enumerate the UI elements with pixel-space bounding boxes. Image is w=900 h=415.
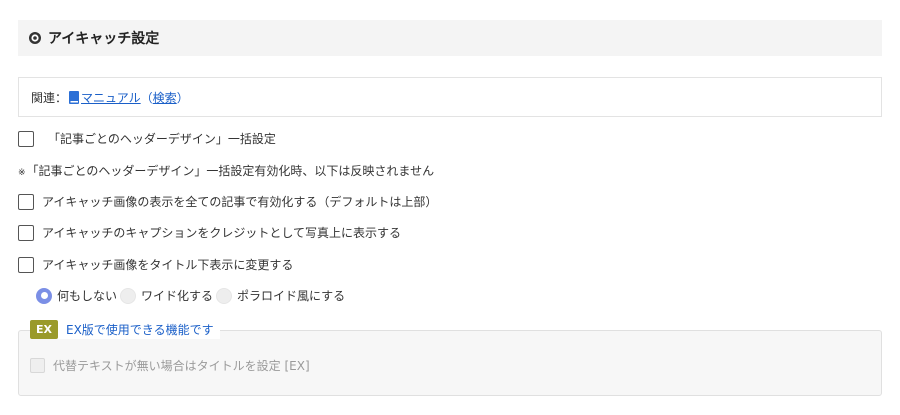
display-style-radio-group: 何もしない ワイド化する ポラロイド風にする	[36, 287, 348, 304]
radio-polaroid-label: ポラロイド風にする	[237, 289, 346, 303]
show-caption-checkbox[interactable]	[18, 224, 34, 241]
note-mark: ※	[18, 168, 26, 178]
below-title-label: アイキャッチ画像をタイトル下表示に変更する	[42, 258, 294, 272]
show-all-articles-checkbox[interactable]	[18, 193, 34, 210]
ex-legend-text: EX版で使用できる機能です	[66, 323, 214, 337]
radio-option-polaroid[interactable]: ポラロイド風にする	[216, 287, 345, 304]
book-icon	[69, 90, 80, 104]
radio-none[interactable]	[36, 287, 52, 304]
alt-text-label: 代替テキストが無い場合はタイトルを設定 [EX]	[53, 359, 310, 373]
show-caption-option[interactable]: アイキャッチのキャプションをクレジットとして写真上に表示する	[18, 224, 401, 241]
eye-icon	[28, 31, 42, 45]
show-all-articles-option[interactable]: アイキャッチ画像の表示を全ての記事で有効化する（デフォルトは上部）	[18, 193, 437, 210]
bulk-header-design-checkbox[interactable]	[18, 130, 34, 147]
related-box: 関連： マニュアル （ 検索 ）	[18, 77, 882, 117]
section-header: アイキャッチ設定	[18, 20, 882, 56]
open-paren: （	[140, 90, 153, 105]
radio-wide[interactable]	[120, 287, 137, 304]
alt-text-option: 代替テキストが無い場合はタイトルを設定 [EX]	[30, 357, 310, 374]
search-link[interactable]: 検索	[153, 89, 177, 106]
below-title-checkbox[interactable]	[18, 256, 34, 273]
section-title: アイキャッチ設定	[48, 31, 160, 47]
below-title-option[interactable]: アイキャッチ画像をタイトル下表示に変更する	[18, 256, 293, 273]
radio-polaroid[interactable]	[216, 287, 233, 304]
ex-badge: EX	[30, 320, 58, 339]
bulk-header-design-option[interactable]: 「記事ごとのヘッダーデザイン」一括設定	[18, 130, 276, 147]
bulk-design-note: ※「記事ごとのヘッダーデザイン」一括設定有効化時、以下は反映されません	[18, 162, 434, 179]
radio-option-none[interactable]: 何もしない	[36, 287, 117, 304]
radio-option-wide[interactable]: ワイド化する	[120, 287, 213, 304]
manual-link[interactable]: マニュアル	[81, 89, 141, 106]
related-prefix: 関連：	[31, 90, 68, 105]
radio-wide-label: ワイド化する	[141, 289, 214, 303]
alt-text-checkbox	[30, 358, 45, 373]
show-caption-label: アイキャッチのキャプションをクレジットとして写真上に表示する	[42, 226, 402, 240]
show-all-articles-label: アイキャッチ画像の表示を全ての記事で有効化する（デフォルトは上部）	[42, 195, 438, 209]
close-paren: ）	[176, 90, 189, 105]
bulk-header-design-label: 「記事ごとのヘッダーデザイン」一括設定	[48, 132, 276, 146]
note-text: 「記事ごとのヘッダーデザイン」一括設定有効化時、以下は反映されません	[26, 164, 435, 178]
ex-legend: EX EX版で使用できる機能です	[30, 320, 220, 339]
radio-none-label: 何もしない	[57, 289, 118, 303]
